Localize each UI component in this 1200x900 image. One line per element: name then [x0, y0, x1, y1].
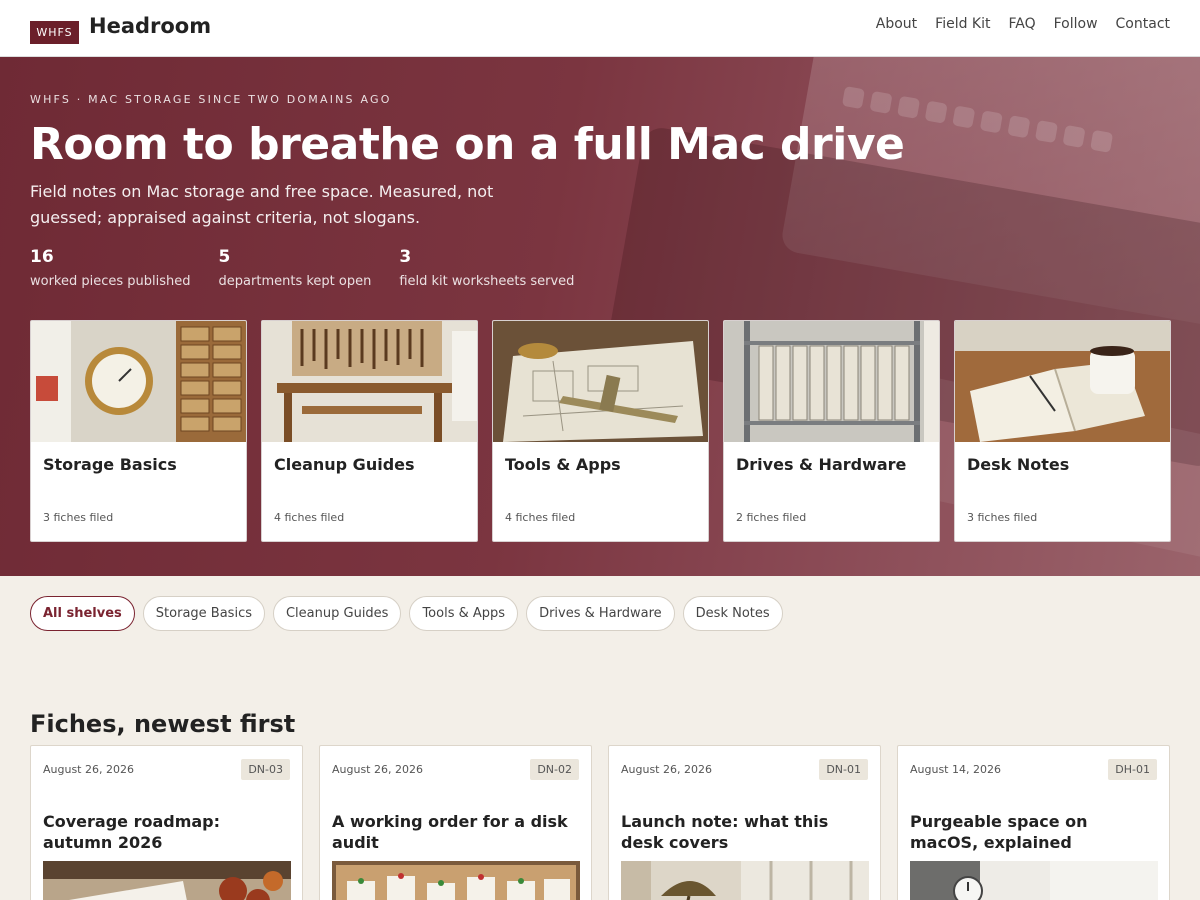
logo-badge[interactable]: WHFS [30, 21, 79, 44]
shelf-cards: Storage Basics 3 fiches filed Cleanup Gu… [30, 320, 1171, 542]
pressure-gauge-and-drawers-image [31, 321, 246, 442]
shelf-count: 4 fiches filed [274, 511, 345, 524]
shelf-count: 3 fiches filed [43, 511, 114, 524]
desk-lamp-by-window-image [621, 861, 869, 900]
site-name[interactable]: Headroom [89, 14, 211, 38]
fiche-code-badge: DN-03 [241, 759, 290, 780]
binders-on-shelves-image [724, 321, 939, 442]
hero-subtitle: Field notes on Mac storage and free spac… [30, 182, 494, 227]
hero-banner: WHFS · MAC STORAGE SINCE TWO DOMAINS AGO… [0, 57, 1200, 576]
fiches-section-title: Fiches, newest first [30, 710, 296, 738]
stat-label: field kit worksheets served [399, 274, 575, 289]
fiche-date: August 26, 2026 [332, 763, 423, 776]
filter-chip-cleanup-guides[interactable]: Cleanup Guides [272, 596, 402, 631]
fiche-code-badge: DN-01 [819, 759, 868, 780]
filter-chip-desk-notes[interactable]: Desk Notes [682, 596, 783, 631]
shelf-card-drives-hardware[interactable]: Drives & Hardware 2 fiches filed [723, 320, 940, 542]
fiche-title[interactable]: Coverage roadmap: autumn 2026 [43, 811, 293, 853]
fiche-date: August 26, 2026 [621, 763, 712, 776]
stat-label: worked pieces published [30, 274, 191, 289]
fiche-card[interactable]: August 26, 2026 DN-03 Coverage roadmap: … [30, 745, 303, 900]
nav-faq-link[interactable]: FAQ [1008, 15, 1035, 33]
fiche-code-badge: DN-02 [530, 759, 579, 780]
filter-chip-drives-hardware[interactable]: Drives & Hardware [526, 596, 675, 631]
shelf-card-tools-apps[interactable]: Tools & Apps 4 fiches filed [492, 320, 709, 542]
main-nav: About Field Kit FAQ Follow Contact [876, 15, 1170, 33]
fiche-title[interactable]: A working order for a disk audit [332, 811, 582, 853]
stat-value: 3 [399, 247, 412, 267]
stat-pieces: 16 worked pieces published [30, 246, 191, 290]
nav-field-kit-link[interactable]: Field Kit [935, 15, 990, 33]
fiche-card[interactable]: August 26, 2026 DN-02 A working order fo… [319, 745, 592, 900]
fiche-card[interactable]: August 14, 2026 DH-01 Purgeable space on… [897, 745, 1170, 900]
shelf-name: Cleanup Guides [274, 455, 415, 474]
stat-departments: 5 departments kept open [219, 246, 372, 290]
shelf-name: Tools & Apps [505, 455, 621, 474]
hero-eyebrow: WHFS · MAC STORAGE SINCE TWO DOMAINS AGO [30, 93, 392, 106]
filter-chip-all-shelves[interactable]: All shelves [30, 596, 135, 631]
nav-contact-link[interactable]: Contact [1116, 15, 1170, 33]
fiche-title[interactable]: Launch note: what this desk covers [621, 811, 871, 853]
nav-about-link[interactable]: About [876, 15, 917, 33]
shelf-card-cleanup-guides[interactable]: Cleanup Guides 4 fiches filed [261, 320, 478, 542]
shelf-count: 2 fiches filed [736, 511, 807, 524]
fiche-card[interactable]: August 26, 2026 DN-01 Launch note: what … [608, 745, 881, 900]
fiche-code-badge: DH-01 [1108, 759, 1157, 780]
shelf-card-desk-notes[interactable]: Desk Notes 3 fiches filed [954, 320, 1171, 542]
notebook-and-mug-image [955, 321, 1170, 442]
shelf-name: Desk Notes [967, 455, 1070, 474]
stat-value: 5 [218, 247, 231, 267]
site-header: WHFS Headroom About Field Kit FAQ Follow… [0, 0, 1200, 57]
shelf-count: 3 fiches filed [967, 511, 1038, 524]
stat-value: 16 [30, 247, 54, 267]
wall-clock-in-room-image [910, 861, 1158, 900]
shelf-card-storage-basics[interactable]: Storage Basics 3 fiches filed [30, 320, 247, 542]
fiche-date: August 26, 2026 [43, 763, 134, 776]
caliper-on-blueprint-image [493, 321, 708, 442]
shelf-name: Drives & Hardware [736, 455, 907, 474]
hero-title: Room to breathe on a full Mac drive [30, 119, 905, 170]
shelf-count: 4 fiches filed [505, 511, 576, 524]
stat-worksheets: 3 field kit worksheets served [399, 246, 574, 290]
fiche-title[interactable]: Purgeable space on macOS, explained [910, 811, 1160, 853]
corkboard-with-notes-image [332, 861, 580, 900]
fiche-date: August 14, 2026 [910, 763, 1001, 776]
filter-chip-tools-apps[interactable]: Tools & Apps [409, 596, 519, 631]
stat-label: departments kept open [218, 274, 372, 289]
workbench-tools-image [262, 321, 477, 442]
notebook-with-autumn-leaves-image [43, 861, 291, 900]
nav-follow-link[interactable]: Follow [1054, 15, 1098, 33]
hero-stats: 16 worked pieces published 5 departments… [30, 246, 602, 290]
fiche-list: August 26, 2026 DN-03 Coverage roadmap: … [30, 745, 1170, 900]
filter-chip-storage-basics[interactable]: Storage Basics [142, 596, 265, 631]
shelf-name: Storage Basics [43, 455, 177, 474]
shelf-filter-bar: All shelves Storage Basics Cleanup Guide… [30, 596, 783, 631]
